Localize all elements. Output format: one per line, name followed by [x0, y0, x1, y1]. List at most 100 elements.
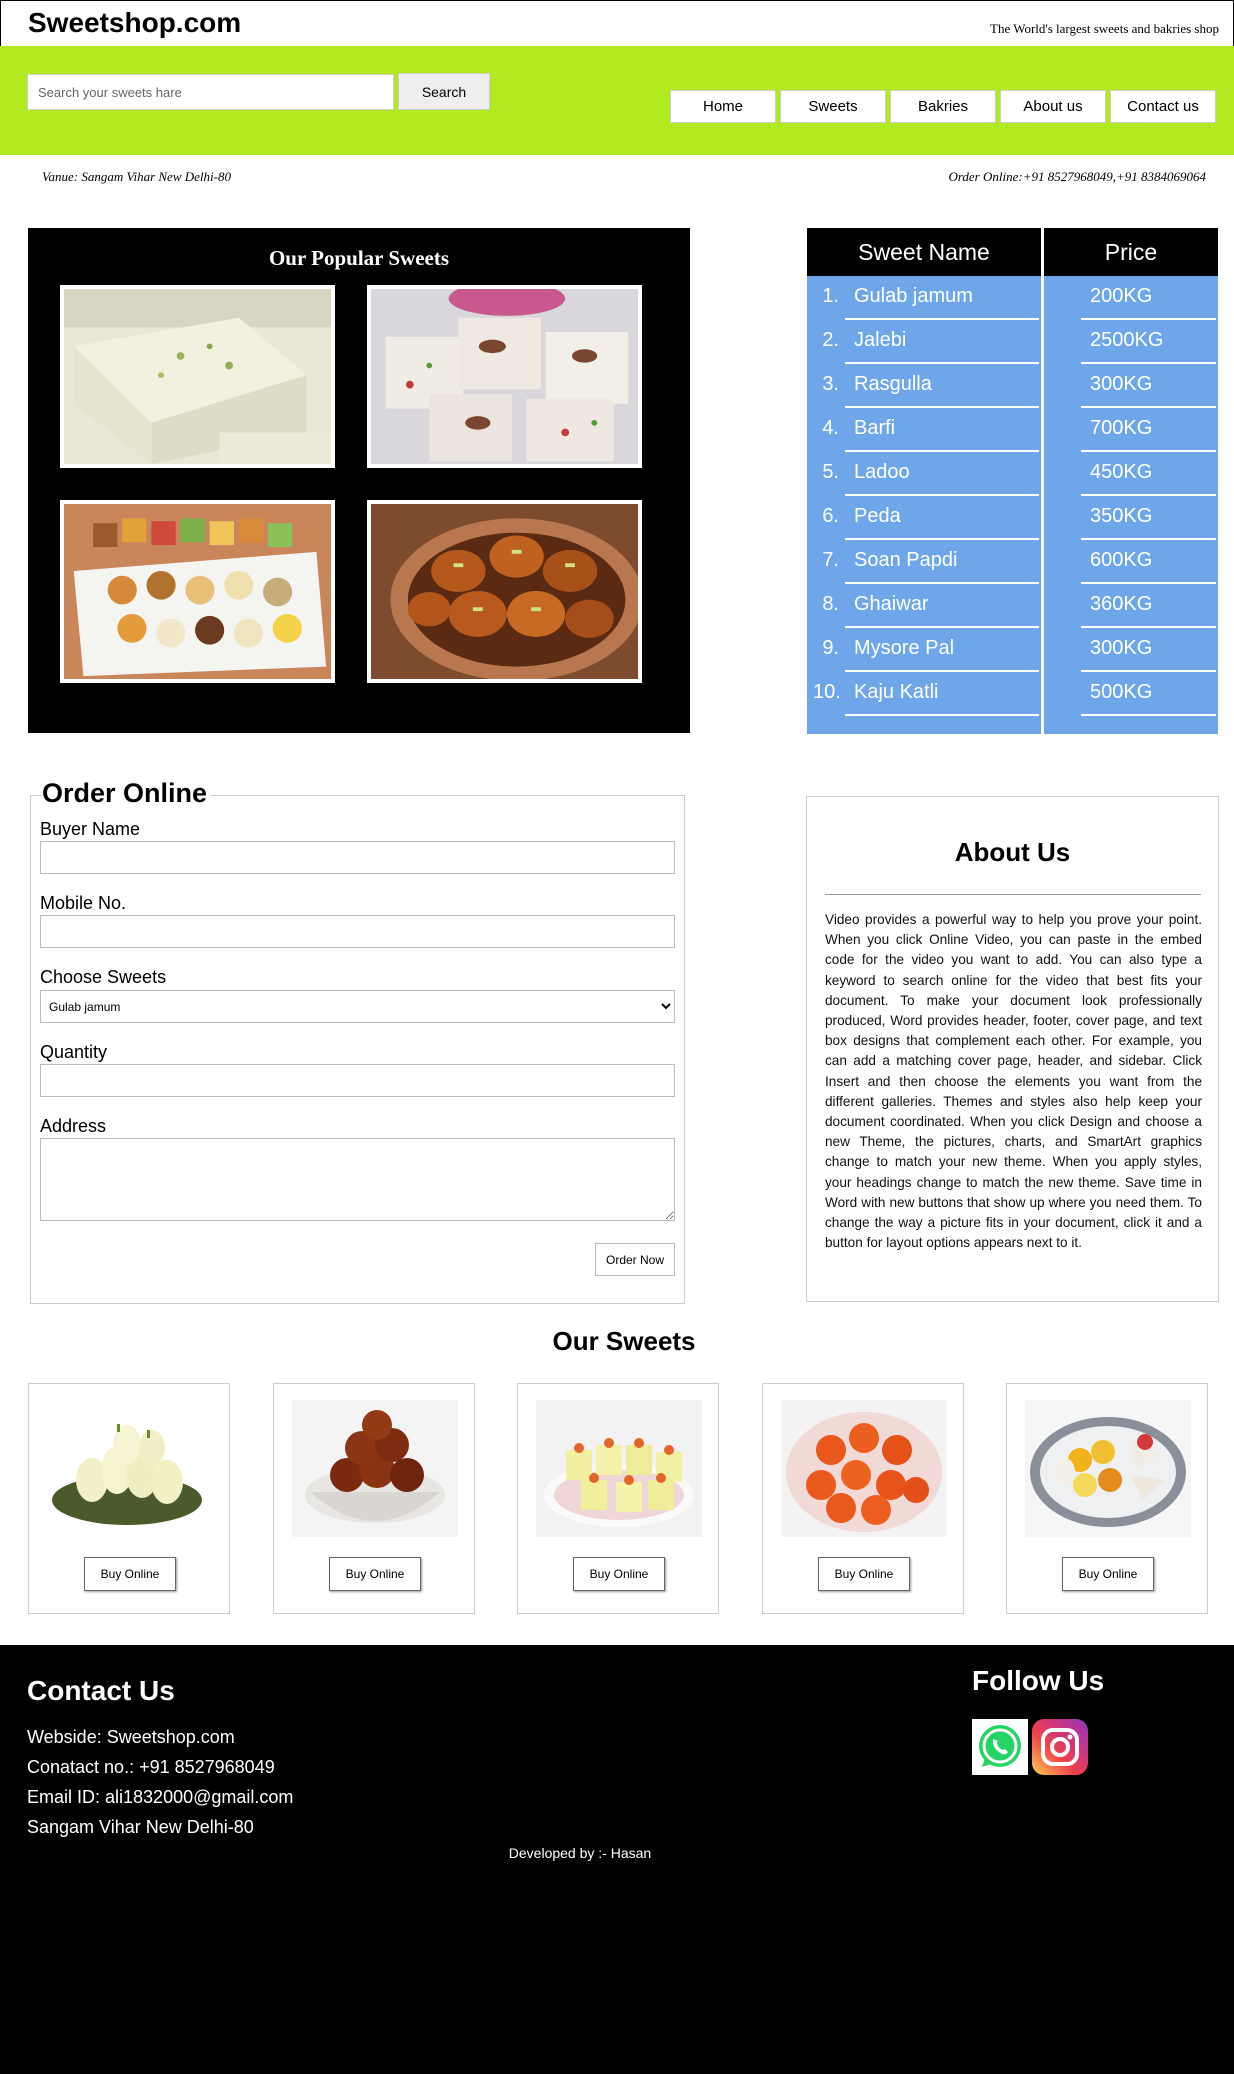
search-input[interactable]: [27, 74, 394, 110]
about-us-title: About Us: [954, 837, 1071, 867]
table-row: 4. Barfi 700KG: [807, 408, 1218, 452]
search-button[interactable]: Search: [398, 73, 490, 110]
sweet-card: Buy Online: [28, 1383, 230, 1614]
row-number: 7.: [822, 549, 839, 571]
row-price: 300KG: [1090, 373, 1153, 395]
price-table: Sweet Name Price 1. Gulab jamum 200KG 2.…: [807, 228, 1218, 734]
row-price: 200KG: [1090, 285, 1153, 307]
row-sweet-name: Ghaiwar: [854, 593, 929, 615]
table-row: 2. Jalebi 2500KG: [807, 320, 1218, 364]
row-price: 600KG: [1090, 549, 1153, 571]
whatsapp-icon[interactable]: [972, 1719, 1028, 1775]
buy-online-button[interactable]: Buy Online: [1062, 1557, 1154, 1591]
nav-bakries[interactable]: Bakries: [890, 90, 996, 123]
row-number: 1.: [822, 285, 839, 307]
venue-text: Vanue: Sangam Vihar New Delhi-80: [42, 169, 231, 184]
table-row: 1. Gulab jamum 200KG: [807, 276, 1218, 320]
row-sweet-name: Barfi: [854, 417, 896, 439]
row-number: 9.: [822, 637, 839, 659]
buyer-name-label: Buyer Name: [40, 819, 141, 839]
sandesh-photo: [536, 1400, 702, 1537]
row-sweet-name: Gulab jamum: [854, 285, 973, 307]
row-price: 450KG: [1090, 461, 1153, 483]
gulab-jamun-photo: [292, 1400, 458, 1537]
follow-us-title: Follow Us: [972, 1665, 1105, 1696]
nav-about-us[interactable]: About us: [1000, 90, 1106, 123]
buyer-name-input[interactable]: [40, 841, 675, 874]
nav-contact-us[interactable]: Contact us: [1110, 90, 1216, 123]
row-sweet-name: Mysore Pal: [854, 637, 955, 659]
row-number: 5.: [822, 461, 839, 483]
choose-sweets-select[interactable]: Gulab jamum: [40, 990, 675, 1023]
address-label: Address: [40, 1116, 107, 1136]
row-price: 360KG: [1090, 593, 1153, 615]
mixed-sweets-plate-photo: [60, 500, 335, 683]
kalakand-photo: [60, 285, 335, 468]
nav-sweets[interactable]: Sweets: [780, 90, 886, 123]
row-price: 300KG: [1090, 637, 1153, 659]
row-price: 2500KG: [1090, 329, 1164, 351]
row-number: 8.: [822, 593, 839, 615]
about-divider: [825, 894, 1201, 895]
table-row: 3. Rasgulla 300KG: [807, 364, 1218, 408]
our-sweets-title: Our Sweets: [552, 1326, 696, 1356]
order-online-phones: Order Online:+91 8527968049,+91 83840690…: [948, 169, 1206, 184]
gulab-jamun-bowl-photo: [367, 500, 642, 683]
quantity-input[interactable]: [40, 1064, 675, 1097]
instagram-icon[interactable]: [1032, 1719, 1088, 1775]
row-price: 500KG: [1090, 681, 1153, 703]
table-header-price: Price: [1044, 228, 1218, 276]
table-header-sweet-name: Sweet Name: [807, 228, 1041, 276]
table-row: 9. Mysore Pal 300KG: [807, 628, 1218, 672]
table-row: 10. Kaju Katli 500KG: [807, 672, 1218, 716]
site-brand[interactable]: Sweetshop.com: [28, 7, 241, 39]
table-row: 8. Ghaiwar 360KG: [807, 584, 1218, 628]
buy-online-button[interactable]: Buy Online: [818, 1557, 910, 1591]
row-sweet-name: Kaju Katli: [854, 681, 939, 703]
assorted-sweets-photo: [1025, 1400, 1191, 1537]
row-sweet-name: Soan Papdi: [854, 549, 958, 571]
developer-credit: Developed by :- Hasan: [508, 1845, 652, 1861]
nav-home[interactable]: Home: [670, 90, 776, 123]
popular-sweets-title: Our Popular Sweets: [268, 246, 450, 270]
address-textarea[interactable]: [40, 1138, 675, 1221]
order-now-button[interactable]: Order Now: [595, 1243, 675, 1276]
about-us-panel: About Us Video provides a powerful way t…: [806, 796, 1219, 1302]
quantity-label: Quantity: [40, 1042, 108, 1062]
row-number: 4.: [822, 417, 839, 439]
site-tagline: The World's largest sweets and bakries s…: [990, 21, 1219, 36]
sweet-card: Buy Online: [517, 1383, 719, 1614]
contact-us-title: Contact Us: [27, 1675, 175, 1706]
site-footer: Contact Us Webside: Sweetshop.com Conata…: [0, 1645, 1234, 2074]
nav-band: Search Home Sweets Bakries About us Cont…: [0, 46, 1234, 155]
contact-phone: Conatact no.: +91 8527968049: [27, 1757, 275, 1777]
order-form-legend: Order Online: [42, 778, 212, 809]
sweet-card: Buy Online: [273, 1383, 475, 1614]
mobile-input[interactable]: [40, 915, 675, 948]
row-number: 2.: [822, 329, 839, 351]
row-sweet-name: Rasgulla: [854, 373, 932, 395]
table-row: 5. Ladoo 450KG: [807, 452, 1218, 496]
row-number: 3.: [822, 373, 839, 395]
row-price: 350KG: [1090, 505, 1153, 527]
coconut-barfi-photo: [367, 285, 642, 468]
ladoo-plate-photo: [781, 1400, 947, 1537]
buy-online-button[interactable]: Buy Online: [573, 1557, 665, 1591]
row-price: 700KG: [1090, 417, 1153, 439]
main-nav: Home Sweets Bakries About us Contact us: [670, 90, 1216, 123]
choose-sweets-label: Choose Sweets: [40, 967, 167, 987]
row-number: 6.: [822, 505, 839, 527]
row-sweet-name: Peda: [854, 505, 901, 527]
top-bar: Sweetshop.com The World's largest sweets…: [0, 0, 1234, 46]
popular-sweets-panel: Our Popular Sweets: [28, 228, 690, 733]
sweet-card: Buy Online: [762, 1383, 964, 1614]
row-number: 10.: [813, 681, 841, 703]
table-row: 6. Peda 350KG: [807, 496, 1218, 540]
contact-address: Sangam Vihar New Delhi-80: [27, 1817, 254, 1837]
buy-online-button[interactable]: Buy Online: [329, 1557, 421, 1591]
buy-online-button[interactable]: Buy Online: [84, 1557, 176, 1591]
row-sweet-name: Jalebi: [854, 329, 907, 351]
sweet-card: Buy Online: [1006, 1383, 1208, 1614]
row-sweet-name: Ladoo: [854, 461, 910, 483]
rasmalai-leaf-photo: [47, 1400, 213, 1537]
